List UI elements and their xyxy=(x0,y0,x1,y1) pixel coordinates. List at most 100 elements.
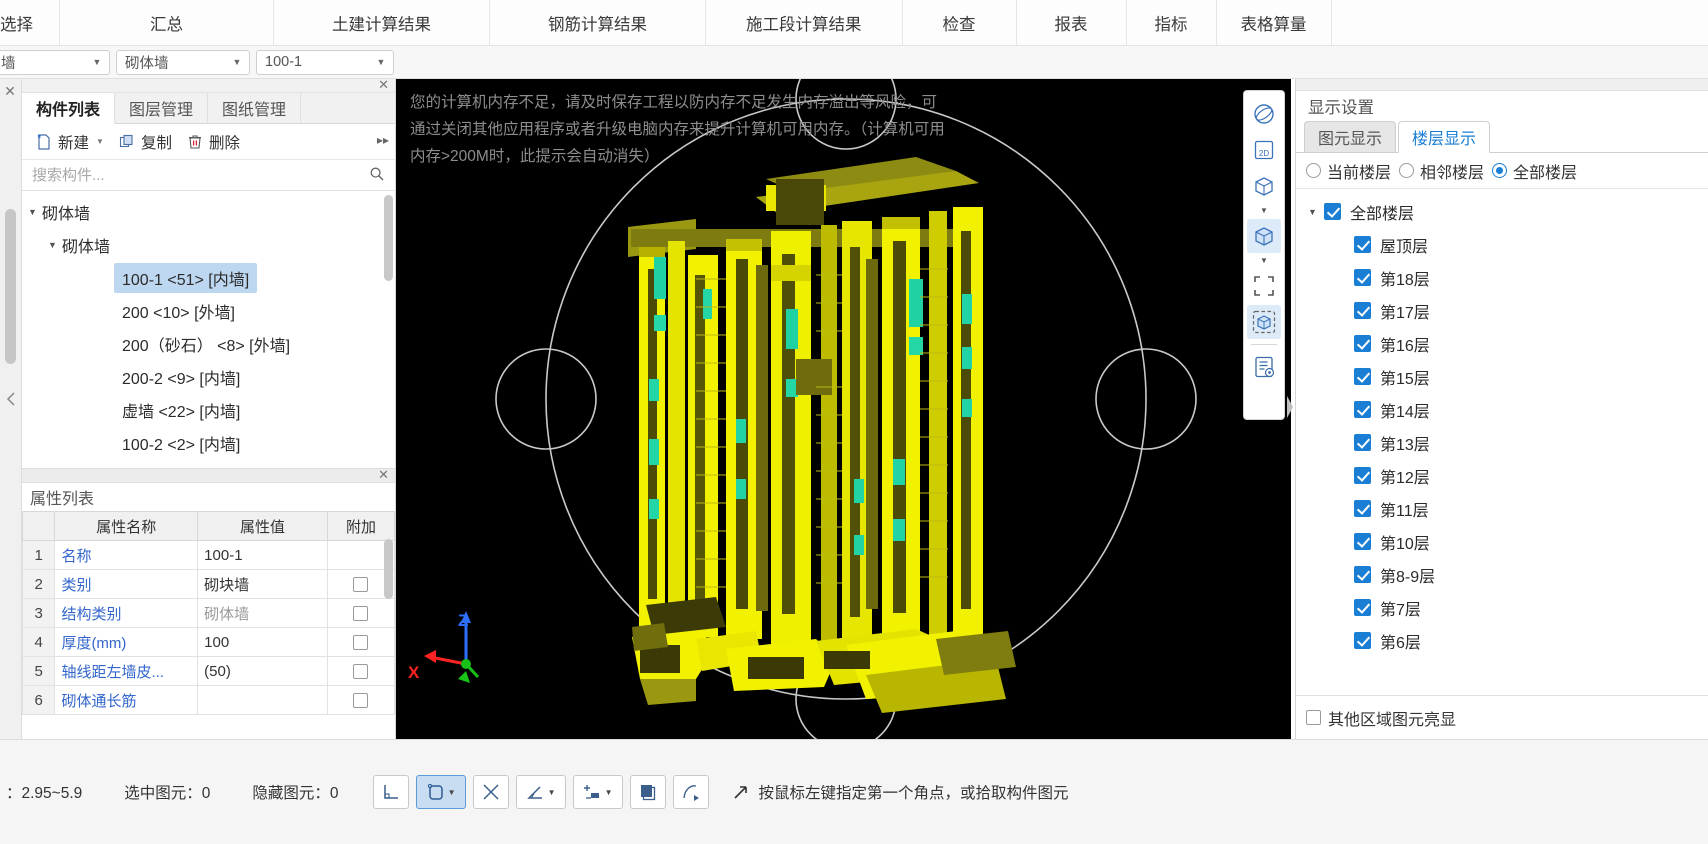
chevron-down-icon[interactable]: ▼ xyxy=(605,788,613,797)
radio-current-floor[interactable]: 当前楼层 xyxy=(1306,159,1391,183)
toolbar-overflow-icon[interactable]: ▸▸ xyxy=(377,133,389,147)
checkbox-icon[interactable] xyxy=(1354,434,1371,451)
tree-item-200-sandstone[interactable]: 200（砂石） <8> [外墙] xyxy=(22,327,395,360)
collapse-arrow-icon[interactable] xyxy=(3,359,19,439)
chevron-down-icon[interactable]: ▼ xyxy=(28,207,42,217)
tab-summary[interactable]: 汇总 xyxy=(60,0,274,45)
expand-arrow-icon[interactable] xyxy=(731,782,751,802)
isolate-element-icon[interactable] xyxy=(1247,305,1281,339)
chevron-down-icon[interactable]: ▼ xyxy=(229,57,245,67)
property-value[interactable]: 100-1 xyxy=(197,540,328,570)
tree-item-virtual-wall[interactable]: 虚墙 <22> [内墙] xyxy=(22,393,395,426)
checkbox-icon[interactable] xyxy=(1354,368,1371,385)
angle-snap-icon[interactable]: ▼ xyxy=(515,775,566,809)
radio-all-floors[interactable]: 全部楼层 xyxy=(1492,159,1577,183)
tree-item-100-2[interactable]: 100-2 <2> [内墙] xyxy=(22,426,395,459)
tab-floor-display[interactable]: 楼层显示 xyxy=(1398,121,1491,153)
floor-item-12[interactable]: 第12层 xyxy=(1296,459,1708,492)
floor-item-16[interactable]: 第16层 xyxy=(1296,327,1708,360)
property-value[interactable]: (50) xyxy=(197,656,328,686)
property-value[interactable]: 砌体墙 xyxy=(197,598,328,628)
checkbox-icon[interactable] xyxy=(1354,632,1371,649)
floor-item-17[interactable]: 第17层 xyxy=(1296,294,1708,327)
highlight-other-areas-row[interactable]: 其他区域图元亮显 xyxy=(1296,695,1708,739)
floor-item-7[interactable]: 第7层 xyxy=(1296,591,1708,624)
chevron-down-icon[interactable]: ▼ xyxy=(1260,205,1268,217)
table-row[interactable]: 2 类别 砌块墙 xyxy=(21,569,396,599)
floor-item-14[interactable]: 第14层 xyxy=(1296,393,1708,426)
attach-checkbox[interactable] xyxy=(353,664,369,680)
intersection-snap-icon[interactable] xyxy=(472,775,509,809)
category-select[interactable]: 墙 ▼ xyxy=(0,49,110,75)
display-settings-icon[interactable] xyxy=(1247,350,1281,384)
table-row[interactable]: 5 轴线距左墙皮... (50) xyxy=(21,656,396,686)
tab-table-quantity[interactable]: 表格算量 xyxy=(1217,0,1332,45)
attach-checkbox[interactable] xyxy=(353,693,369,709)
tree-node-subgroup[interactable]: ▼ 砌体墙 xyxy=(22,228,395,261)
attach-checkbox[interactable] xyxy=(353,606,369,622)
tab-component-list[interactable]: 构件列表 xyxy=(22,93,116,124)
element-snap-icon[interactable] xyxy=(629,775,666,809)
tab-rebar-calc-result[interactable]: 钢筋计算结果 xyxy=(490,0,706,45)
attach-checkbox[interactable] xyxy=(353,635,369,651)
chevron-down-icon[interactable]: ▼ xyxy=(89,57,105,67)
floor-item-13[interactable]: 第13层 xyxy=(1296,426,1708,459)
chevron-down-icon[interactable]: ▼ xyxy=(48,240,62,250)
radio-adjacent-floor[interactable]: 相邻楼层 xyxy=(1399,159,1484,183)
floor-item-roof[interactable]: 屋顶层 xyxy=(1296,228,1708,261)
floor-item-18[interactable]: 第18层 xyxy=(1296,261,1708,294)
checkbox-icon[interactable] xyxy=(1324,203,1341,220)
chevron-down-icon[interactable]: ▼ xyxy=(1308,207,1324,217)
checkbox-icon[interactable] xyxy=(1354,533,1371,550)
property-value[interactable] xyxy=(197,685,328,715)
chevron-down-icon[interactable]: ▼ xyxy=(448,788,456,797)
tab-select[interactable]: 选择 xyxy=(0,0,60,45)
checkbox-icon[interactable] xyxy=(1354,599,1371,616)
table-row[interactable]: 3 结构类别 砌体墙 xyxy=(21,598,396,628)
tree-scrollbar[interactable] xyxy=(384,195,393,281)
chevron-down-icon-2[interactable]: ▼ xyxy=(1260,255,1268,267)
close-icon[interactable]: ✕ xyxy=(378,77,389,93)
checkbox-icon[interactable] xyxy=(1354,335,1371,352)
tab-construction-section-result[interactable]: 施工段计算结果 xyxy=(706,0,903,45)
chevron-down-icon[interactable]: ▼ xyxy=(548,788,556,797)
crop-region-icon[interactable] xyxy=(1247,269,1281,303)
checkbox-icon[interactable] xyxy=(1354,401,1371,418)
floor-item-15[interactable]: 第15层 xyxy=(1296,360,1708,393)
checkbox-icon[interactable] xyxy=(1354,566,1371,583)
tab-drawing-management[interactable]: 图纸管理 xyxy=(208,93,302,123)
property-scrollbar[interactable] xyxy=(384,539,393,599)
floor-item-11[interactable]: 第11层 xyxy=(1296,492,1708,525)
floor-item-6[interactable]: 第6层 xyxy=(1296,624,1708,657)
tree-item-200[interactable]: 200 <10> [外墙] xyxy=(22,294,395,327)
tab-civil-calc-result[interactable]: 土建计算结果 xyxy=(274,0,490,45)
floor-item-all[interactable]: ▼ 全部楼层 xyxy=(1296,195,1708,228)
tree-item-200-2[interactable]: 200-2 <9> [内墙] xyxy=(22,360,395,393)
tree-item-100-1[interactable]: 100-1 <51> [内墙] xyxy=(22,261,395,294)
search-icon[interactable] xyxy=(369,166,385,182)
tab-report[interactable]: 报表 xyxy=(1017,0,1127,45)
new-button[interactable]: 新建 ▼ xyxy=(28,128,111,156)
view-3d-icon[interactable] xyxy=(1247,169,1281,203)
property-value[interactable]: 砌块墙 xyxy=(197,569,328,599)
checkbox-icon[interactable] xyxy=(1354,236,1371,253)
checkbox-icon[interactable] xyxy=(1354,467,1371,484)
tree-node-group[interactable]: ▼ 砌体墙 xyxy=(22,195,395,228)
ortho-snap-icon[interactable] xyxy=(372,775,409,809)
table-row[interactable]: 6 砌体通长筋 xyxy=(21,685,396,715)
polyline-icon[interactable] xyxy=(672,775,709,809)
insert-point-icon[interactable]: ▼ xyxy=(572,775,623,809)
attach-checkbox[interactable] xyxy=(353,577,369,593)
panel-resize-handle[interactable] xyxy=(1285,390,1295,424)
model-canvas[interactable] xyxy=(396,79,1291,739)
copy-button[interactable]: 复制 xyxy=(111,128,179,156)
tab-element-display[interactable]: 图元显示 xyxy=(1304,121,1397,152)
checkbox-icon[interactable] xyxy=(1354,269,1371,286)
table-row[interactable]: 1 名称 100-1 xyxy=(21,540,396,570)
property-value[interactable]: 100 xyxy=(197,627,328,657)
tab-check[interactable]: 检查 xyxy=(903,0,1017,45)
solid-box-icon[interactable] xyxy=(1247,219,1281,253)
tab-layer-management[interactable]: 图层管理 xyxy=(115,93,209,123)
floor-item-10[interactable]: 第10层 xyxy=(1296,525,1708,558)
left-rail-scrollbar[interactable] xyxy=(5,209,16,364)
